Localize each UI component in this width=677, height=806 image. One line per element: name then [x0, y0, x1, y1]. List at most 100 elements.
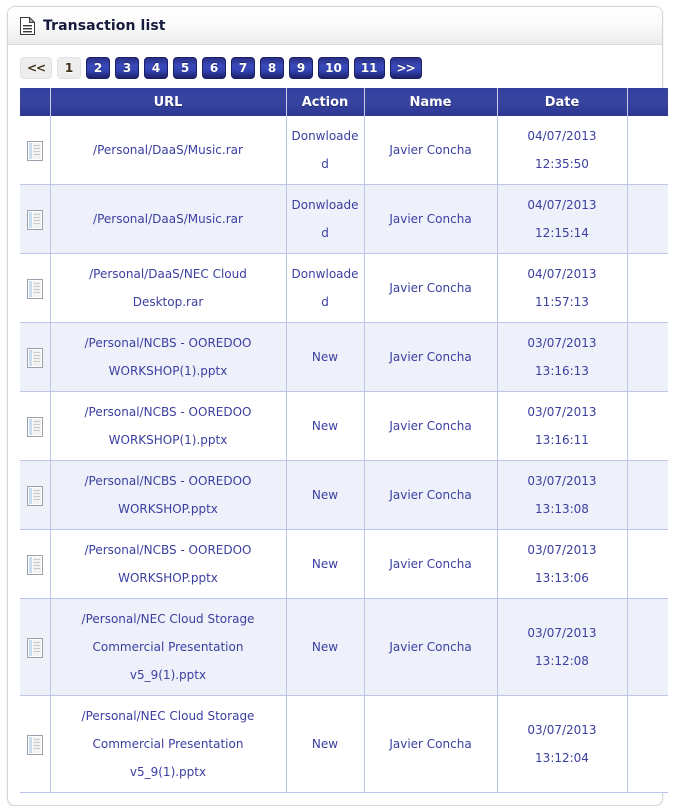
table-body: /Personal/DaaS/Music.rar Donwloaded Javier…	[20, 116, 668, 793]
cell-date: 04/07/2013 12:35:50	[497, 116, 628, 185]
cell-date: 03/07/2013 13:12:04	[497, 695, 628, 793]
column-header-action[interactable]: Action	[286, 88, 365, 116]
pagination-page-1[interactable]: 1	[57, 57, 82, 79]
file-icon[interactable]	[26, 347, 43, 368]
file-icon[interactable]	[26, 734, 43, 755]
table-row[interactable]: /Personal/NCBS - OOREDOO WORKSHOP(1).ppt…	[20, 322, 668, 392]
cell-name: Javier Concha	[364, 529, 498, 599]
transaction-list-panel: Transaction list << 1 2 3 4 5 6 7 8 9 10…	[7, 6, 668, 806]
cell-url: /Personal/NCBS - OOREDOO WORKSHOP.pptx	[50, 460, 287, 530]
document-icon	[20, 15, 36, 35]
cell-action: New	[286, 695, 365, 793]
cell-action: New	[286, 529, 365, 599]
cell-action: New	[286, 460, 365, 530]
cell-name: Javier Concha	[364, 184, 498, 254]
cell-url: /Personal/DaaS/Music.rar	[50, 116, 287, 185]
row-file-icon-cell[interactable]	[20, 184, 51, 254]
cell-date: 03/07/2013 13:12:08	[497, 598, 628, 696]
cell-date: 03/07/2013 13:13:08	[497, 460, 628, 530]
cell-url: /Personal/NCBS - OOREDOO WORKSHOP.pptx	[50, 529, 287, 599]
cell-date: 04/07/2013 12:15:14	[497, 184, 628, 254]
table-row[interactable]: /Personal/NEC Cloud Storage Commercial P…	[20, 695, 668, 793]
pagination-page-4[interactable]: 4	[144, 57, 169, 79]
cell-url: /Personal/NCBS - OOREDOO WORKSHOP(1).ppt…	[50, 391, 287, 461]
column-header-end[interactable]	[627, 88, 668, 116]
file-icon[interactable]	[26, 554, 43, 575]
cell-end	[627, 598, 668, 696]
pagination-prev-button[interactable]: <<	[20, 57, 53, 79]
page-title: Transaction list	[43, 17, 166, 34]
pagination: << 1 2 3 4 5 6 7 8 9 10 11 >>	[8, 45, 662, 88]
cell-end	[627, 460, 668, 530]
pagination-next-button[interactable]: >>	[389, 57, 422, 79]
cell-date: 03/07/2013 13:13:06	[497, 529, 628, 599]
cell-date: 03/07/2013 13:16:13	[497, 322, 628, 392]
column-header-date[interactable]: Date	[497, 88, 628, 116]
cell-end	[627, 529, 668, 599]
cell-action: Donwloaded	[286, 184, 365, 254]
pagination-page-6[interactable]: 6	[202, 57, 227, 79]
cell-url: /Personal/DaaS/NEC Cloud Desktop.rar	[50, 253, 287, 323]
column-header-icon[interactable]	[20, 88, 51, 116]
cell-end	[627, 695, 668, 793]
pagination-page-3[interactable]: 3	[115, 57, 140, 79]
file-icon[interactable]	[26, 485, 43, 506]
pagination-page-7[interactable]: 7	[231, 57, 256, 79]
column-header-url[interactable]: URL	[50, 88, 287, 116]
file-icon[interactable]	[26, 416, 43, 437]
cell-action: Donwloaded	[286, 253, 365, 323]
table-row[interactable]: /Personal/DaaS/NEC Cloud Desktop.rar Donw…	[20, 253, 668, 323]
cell-end	[627, 322, 668, 392]
row-file-icon-cell[interactable]	[20, 460, 51, 530]
table-header-row: URL Action Name Date	[20, 88, 668, 116]
cell-end	[627, 391, 668, 461]
cell-url: /Personal/DaaS/Music.rar	[50, 184, 287, 254]
pagination-page-8[interactable]: 8	[260, 57, 285, 79]
row-file-icon-cell[interactable]	[20, 391, 51, 461]
file-icon[interactable]	[26, 278, 43, 299]
table-row[interactable]: /Personal/DaaS/Music.rar Donwloaded Javier…	[20, 184, 668, 254]
panel-header: Transaction list	[8, 7, 662, 45]
cell-action: New	[286, 598, 365, 696]
cell-name: Javier Concha	[364, 695, 498, 793]
file-icon[interactable]	[26, 140, 43, 161]
row-file-icon-cell[interactable]	[20, 598, 51, 696]
cell-name: Javier Concha	[364, 391, 498, 461]
pagination-page-2[interactable]: 2	[86, 57, 111, 79]
file-icon[interactable]	[26, 209, 43, 230]
row-file-icon-cell[interactable]	[20, 116, 51, 185]
cell-url: /Personal/NCBS - OOREDOO WORKSHOP(1).ppt…	[50, 322, 287, 392]
row-file-icon-cell[interactable]	[20, 253, 51, 323]
pagination-page-11[interactable]: 11	[353, 57, 385, 79]
cell-action: New	[286, 391, 365, 461]
pagination-page-10[interactable]: 10	[318, 57, 349, 79]
table-row[interactable]: /Personal/NCBS - OOREDOO WORKSHOP.pptx Ne…	[20, 529, 668, 599]
pagination-page-5[interactable]: 5	[173, 57, 198, 79]
pagination-page-9[interactable]: 9	[289, 57, 314, 79]
cell-date: 04/07/2013 11:57:13	[497, 253, 628, 323]
file-icon[interactable]	[26, 637, 43, 658]
cell-action: New	[286, 322, 365, 392]
row-file-icon-cell[interactable]	[20, 695, 51, 793]
cell-name: Javier Concha	[364, 253, 498, 323]
table-header: URL Action Name Date	[20, 88, 668, 116]
cell-url: /Personal/NEC Cloud Storage Commercial P…	[50, 695, 287, 793]
row-file-icon-cell[interactable]	[20, 322, 51, 392]
table-row[interactable]: /Personal/NCBS - OOREDOO WORKSHOP.pptx Ne…	[20, 460, 668, 530]
cell-name: Javier Concha	[364, 116, 498, 185]
column-header-name[interactable]: Name	[364, 88, 498, 116]
cell-url: /Personal/NEC Cloud Storage Commercial P…	[50, 598, 287, 696]
row-file-icon-cell[interactable]	[20, 529, 51, 599]
table-row[interactable]: /Personal/DaaS/Music.rar Donwloaded Javier…	[20, 116, 668, 185]
transaction-table-container: URL Action Name Date /Personal/DaaS/Musi…	[8, 88, 668, 805]
table-row[interactable]: /Personal/NCBS - OOREDOO WORKSHOP(1).ppt…	[20, 391, 668, 461]
table-row[interactable]: /Personal/NEC Cloud Storage Commercial P…	[20, 598, 668, 696]
cell-end	[627, 184, 668, 254]
cell-action: Donwloaded	[286, 116, 365, 185]
cell-name: Javier Concha	[364, 598, 498, 696]
transaction-table: URL Action Name Date /Personal/DaaS/Musi…	[20, 88, 668, 793]
cell-name: Javier Concha	[364, 460, 498, 530]
cell-end	[627, 116, 668, 185]
cell-name: Javier Concha	[364, 322, 498, 392]
cell-end	[627, 253, 668, 323]
